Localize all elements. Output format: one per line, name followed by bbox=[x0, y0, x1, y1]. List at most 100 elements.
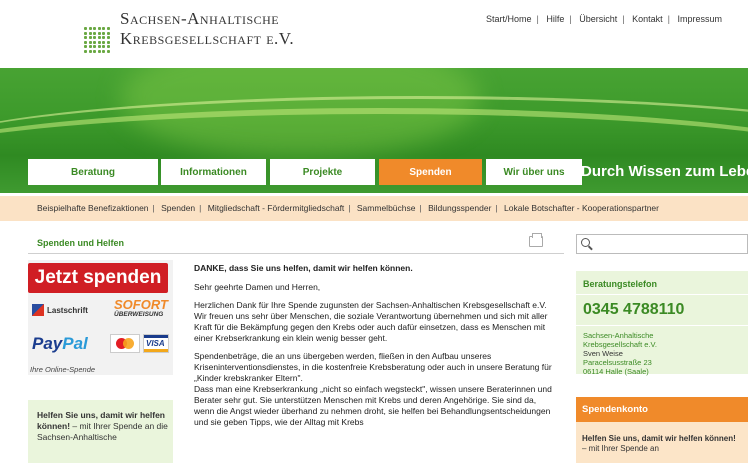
donate-now-button[interactable]: Jetzt spenden bbox=[28, 263, 168, 293]
paypal-pal: Pal bbox=[62, 334, 88, 353]
logo-dot bbox=[84, 40, 87, 44]
logo-dot bbox=[84, 45, 87, 48]
logo-dot bbox=[102, 49, 105, 53]
logo-dot bbox=[97, 49, 101, 53]
tab-wir-ueber-uns[interactable]: Wir über uns bbox=[486, 159, 582, 185]
logo-dot bbox=[93, 45, 96, 48]
logo-dot bbox=[88, 27, 92, 30]
separator: | bbox=[667, 14, 670, 24]
main-content: DANKE, dass Sie uns helfen, damit wir he… bbox=[194, 263, 558, 435]
logo-mark bbox=[84, 27, 110, 53]
site-logo[interactable]: Sachsen-Anhaltische Krebsgesellschaft e.… bbox=[120, 9, 294, 49]
search-icon bbox=[581, 238, 590, 247]
logo-dot bbox=[88, 36, 92, 39]
logo-dot bbox=[88, 49, 92, 53]
donate-box: Jetzt spenden Lastschrift SOFORT ÜBERWEI… bbox=[28, 260, 173, 375]
logo-dot bbox=[102, 36, 105, 39]
address-line: Krebsgesellschaft e.V. bbox=[583, 340, 657, 349]
tab-projekte[interactable]: Projekte bbox=[270, 159, 375, 185]
logo-dot bbox=[97, 36, 101, 39]
separator: | bbox=[622, 14, 625, 24]
donation-account-title: Spendenkonto bbox=[576, 397, 748, 422]
sub-navigation: Beispielhafte Benefizaktionen | Spenden | … bbox=[0, 196, 748, 221]
paypal-pay: Pay bbox=[32, 334, 63, 353]
address: Sachsen-Anhaltische Krebsgesellschaft e.… bbox=[583, 331, 657, 376]
logo-dot bbox=[102, 31, 105, 35]
mastercard-icon[interactable] bbox=[110, 334, 140, 353]
logo-dot bbox=[84, 31, 87, 35]
print-icon[interactable] bbox=[529, 233, 543, 247]
topnav-kontakt[interactable]: Kontakt bbox=[632, 14, 663, 24]
logo-dot bbox=[88, 40, 92, 44]
online-donation-caption: Ihre Online-Spende bbox=[30, 365, 96, 374]
logo-dot bbox=[106, 40, 110, 44]
address-line: 06114 Halle (Saale) bbox=[583, 367, 649, 376]
main-navigation: Beratung Informationen Projekte Spenden … bbox=[0, 159, 586, 185]
logo-dot bbox=[102, 27, 105, 30]
address-line: Sven Weise bbox=[583, 349, 623, 358]
separator: | bbox=[199, 203, 202, 213]
address-line: Paracelsusstraße 23 bbox=[583, 358, 652, 367]
logo-dot bbox=[84, 49, 87, 53]
logo-dot bbox=[102, 45, 105, 48]
logo-dot bbox=[93, 49, 96, 53]
donation-account-bold: Helfen Sie uns, damit wir helfen können! bbox=[582, 434, 736, 443]
lastschrift-option[interactable]: Lastschrift bbox=[32, 304, 88, 316]
logo-dot bbox=[106, 36, 110, 39]
logo-dot bbox=[97, 40, 101, 44]
subnav-botschafter[interactable]: Lokale Botschafter - Kooperationspartner bbox=[504, 203, 659, 213]
content-greeting: Sehr geehrte Damen und Herren, bbox=[194, 282, 321, 292]
logo-dot bbox=[88, 31, 92, 35]
visa-label: VISA bbox=[146, 339, 165, 348]
content-heading: DANKE, dass Sie uns helfen, damit wir he… bbox=[194, 263, 413, 273]
lastschrift-label: Lastschrift bbox=[47, 305, 88, 315]
donation-account-rest: – mit Ihrer Spende an bbox=[582, 444, 659, 453]
donation-account-box: Spendenkonto Helfen Sie uns, damit wir h… bbox=[576, 397, 748, 463]
separator: | bbox=[152, 203, 155, 213]
subnav-mitgliedschaft[interactable]: Mitgliedschaft - Fördermitgliedschaft bbox=[208, 203, 345, 213]
slogan: Durch Wissen zum Leben bbox=[581, 163, 748, 180]
top-navigation: Start/Home | Hilfe | Übersicht | Kontakt | I… bbox=[486, 14, 722, 24]
topnav-start[interactable]: Start/Home bbox=[486, 14, 532, 24]
lastschrift-icon bbox=[32, 304, 44, 316]
topnav-impressum[interactable]: Impressum bbox=[678, 14, 723, 24]
phone-box: Beratungstelefon 0345 4788110 Sachsen-An… bbox=[576, 271, 748, 376]
content-paragraph-1: Herzlichen Dank für Ihre Spende zugunste… bbox=[194, 300, 548, 343]
search-input[interactable] bbox=[576, 234, 748, 254]
logo-dot bbox=[93, 27, 96, 30]
subnav-sammelbuechse[interactable]: Sammelbüchse bbox=[357, 203, 416, 213]
paypal-logo[interactable]: PayPal bbox=[32, 334, 88, 354]
separator: | bbox=[495, 203, 498, 213]
separator: | bbox=[536, 14, 539, 24]
logo-dot bbox=[97, 45, 101, 48]
topnav-uebersicht[interactable]: Übersicht bbox=[579, 14, 617, 24]
sofort-bottom: ÜBERWEISUNG bbox=[114, 311, 164, 318]
tab-informationen[interactable]: Informationen bbox=[161, 159, 266, 185]
logo-dot bbox=[84, 27, 87, 30]
logo-line-1: Sachsen-Anhaltische bbox=[120, 9, 280, 28]
logo-dot bbox=[106, 31, 110, 35]
tab-beratung[interactable]: Beratung bbox=[28, 159, 158, 185]
subnav-bildungsspender[interactable]: Bildungsspender bbox=[428, 203, 491, 213]
logo-dot bbox=[106, 27, 110, 30]
logo-dot bbox=[84, 36, 87, 39]
phone-number[interactable]: 0345 4788110 bbox=[583, 301, 684, 319]
subnav-benefizaktionen[interactable]: Beispielhafte Benefizaktionen bbox=[37, 203, 149, 213]
logo-dot bbox=[106, 49, 110, 53]
logo-dot bbox=[93, 36, 96, 39]
sofort-logo[interactable]: SOFORT ÜBERWEISUNG bbox=[114, 298, 168, 320]
logo-dot bbox=[97, 31, 101, 35]
topnav-hilfe[interactable]: Hilfe bbox=[546, 14, 564, 24]
tab-spenden[interactable]: Spenden bbox=[379, 159, 482, 185]
logo-dot bbox=[97, 27, 101, 30]
separator: | bbox=[419, 203, 422, 213]
logo-dot bbox=[93, 31, 96, 35]
address-line: Sachsen-Anhaltische bbox=[583, 331, 654, 340]
subnav-spenden[interactable]: Spenden bbox=[161, 203, 195, 213]
logo-dot bbox=[106, 45, 110, 48]
phone-title: Beratungstelefon bbox=[583, 279, 658, 289]
divider bbox=[576, 294, 748, 295]
content-paragraph-2: Spendenbeträge, die an uns übergeben wer… bbox=[194, 351, 552, 427]
visa-icon[interactable]: VISA bbox=[143, 334, 169, 353]
donation-account-text: Helfen Sie uns, damit wir helfen können!… bbox=[582, 434, 742, 454]
